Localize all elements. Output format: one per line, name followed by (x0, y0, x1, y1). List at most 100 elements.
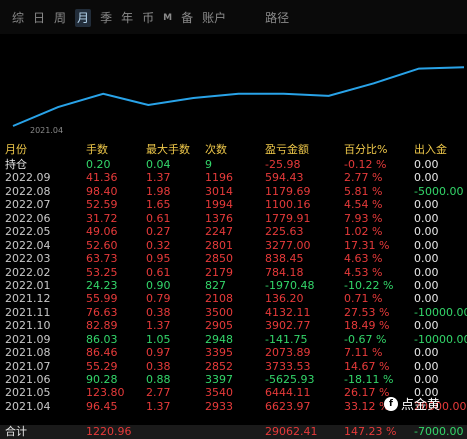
row-lots: 86.46 (86, 346, 118, 360)
table-row: 2022.02 53.25 0.61 2179 784.18 4.53 % 0.00 (0, 266, 467, 279)
row-max-lots: 1.65 (146, 198, 171, 212)
row-pnl: 1100.16 (265, 198, 311, 212)
row-max-lots: 0.95 (146, 252, 171, 266)
row-pnl: 784.18 (265, 265, 304, 279)
row-pct: 33.12 % (344, 399, 390, 413)
row-count: 3395 (205, 346, 233, 360)
tab-0[interactable]: 综 (12, 9, 24, 27)
row-pct: 26.17 % (344, 386, 390, 400)
tab-5[interactable]: 年 (121, 9, 133, 27)
row-max-lots: 0.97 (146, 346, 171, 360)
watermark-text: 点金黄 (401, 398, 441, 413)
row-flow: 0.00 (414, 198, 439, 212)
row-pnl: -141.75 (265, 332, 308, 346)
row-count: 2850 (205, 252, 233, 266)
row-flow: 0.00 (414, 238, 439, 252)
row-count: 3500 (205, 305, 233, 319)
row-pnl: -1970.48 (265, 278, 315, 292)
table-row: 2021.09 86.03 1.05 2948 -141.75 -0.67 % -10000… (0, 333, 467, 346)
row-month: 2021.07 (5, 359, 51, 373)
row-pnl: 3277.00 (265, 238, 311, 252)
tab-path[interactable]: 路径 (265, 9, 289, 27)
row-month: 2022.09 (5, 171, 51, 185)
row-pnl: 3902.77 (265, 319, 311, 333)
total-pct: 147.23 % (344, 425, 397, 438)
total-label: 合计 (5, 425, 27, 438)
row-lots: 98.40 (86, 184, 118, 198)
row-lots: 96.45 (86, 399, 118, 413)
row-lots: 49.06 (86, 225, 118, 239)
row-lots: 53.25 (86, 265, 118, 279)
row-max-lots: 1.98 (146, 184, 171, 198)
row-count: 1196 (205, 171, 233, 185)
row-pct: 7.93 % (344, 211, 383, 225)
row-month: 2021.09 (5, 332, 51, 346)
row-flow: 0.00 (414, 265, 439, 279)
row-pct: 0.71 % (344, 292, 383, 306)
row-pct: 4.63 % (344, 252, 383, 266)
row-month: 2021.08 (5, 346, 51, 360)
table-row: 2022.08 98.40 1.98 3014 1179.69 5.81 % -5000.0… (0, 185, 467, 198)
row-max-lots: 1.37 (146, 319, 171, 333)
table-row: 2022.06 31.72 0.61 1376 1779.91 7.93 % 0.00 (0, 212, 467, 225)
chart-x-start-label: 2021.04 (30, 126, 64, 135)
row-month: 2022.08 (5, 184, 51, 198)
row-month: 2022.06 (5, 211, 51, 225)
row-pct: 27.53 % (344, 305, 390, 319)
row-pct: -0.67 % (344, 332, 387, 346)
tab-1[interactable]: 日 (33, 9, 45, 27)
row-flow: 0.00 (414, 225, 439, 239)
tab-9[interactable]: 账户 (202, 9, 226, 27)
watermark: f 点金黄 (384, 394, 440, 413)
tab-8[interactable]: 备 (181, 9, 193, 27)
row-flow: 0.00 (414, 319, 439, 333)
row-month: 2022.04 (5, 238, 51, 252)
row-lots: 90.28 (86, 373, 118, 386)
position-pct: -0.12 % (344, 158, 387, 171)
row-count: 3397 (205, 373, 233, 386)
row-count: 827 (205, 278, 226, 292)
row-count: 1994 (205, 198, 233, 212)
tab-7[interactable]: M (163, 9, 172, 27)
row-pct: 14.67 % (344, 359, 390, 373)
tab-3[interactable]: 月 (75, 9, 92, 27)
position-lots: 0.20 (86, 158, 111, 171)
row-count: 2948 (205, 332, 233, 346)
row-pct: 17.31 % (344, 238, 390, 252)
row-lots: 31.72 (86, 211, 118, 225)
row-max-lots: 0.61 (146, 211, 171, 225)
row-count: 2108 (205, 292, 233, 306)
row-flow: 0.00 (414, 278, 439, 292)
table-row: 2022.09 41.36 1.37 1196 594.43 2.77 % 0.00 (0, 171, 467, 184)
header-flow: 出入金 (414, 143, 447, 156)
row-lots: 52.59 (86, 198, 118, 212)
row-pnl: 4132.11 (265, 305, 311, 319)
row-month: 2022.02 (5, 265, 51, 279)
tab-6[interactable]: 币 (142, 9, 154, 27)
row-month: 2021.05 (5, 386, 51, 400)
row-month: 2021.11 (5, 305, 51, 319)
row-flow: -10000.00 (414, 305, 467, 319)
row-lots: 41.36 (86, 171, 118, 185)
brand-icon: f (384, 396, 398, 411)
table-row: 2021.11 76.63 0.38 3500 4132.11 27.53 % -10000… (0, 306, 467, 319)
row-month: 2021.04 (5, 399, 51, 413)
total-pnl: 29062.41 (265, 425, 318, 438)
position-max-lots: 0.04 (146, 158, 171, 171)
row-max-lots: 0.88 (146, 373, 171, 386)
row-month: 2021.12 (5, 292, 51, 306)
header-max-lots: 最大手数 (146, 143, 190, 156)
table-row: 2021.06 90.28 0.88 3397 -5625.93 -18.11 % 0.00 (0, 373, 467, 386)
row-lots: 86.03 (86, 332, 118, 346)
row-month: 2022.05 (5, 225, 51, 239)
row-lots: 63.73 (86, 252, 118, 266)
row-pnl: 2073.89 (265, 346, 311, 360)
row-lots: 52.60 (86, 238, 118, 252)
row-count: 1376 (205, 211, 233, 225)
header-pnl: 盈亏金额 (265, 143, 309, 156)
row-max-lots: 0.38 (146, 359, 171, 373)
row-lots: 55.29 (86, 359, 118, 373)
tab-4[interactable]: 季 (100, 9, 112, 27)
tab-2[interactable]: 周 (54, 9, 66, 27)
row-count: 3014 (205, 184, 233, 198)
